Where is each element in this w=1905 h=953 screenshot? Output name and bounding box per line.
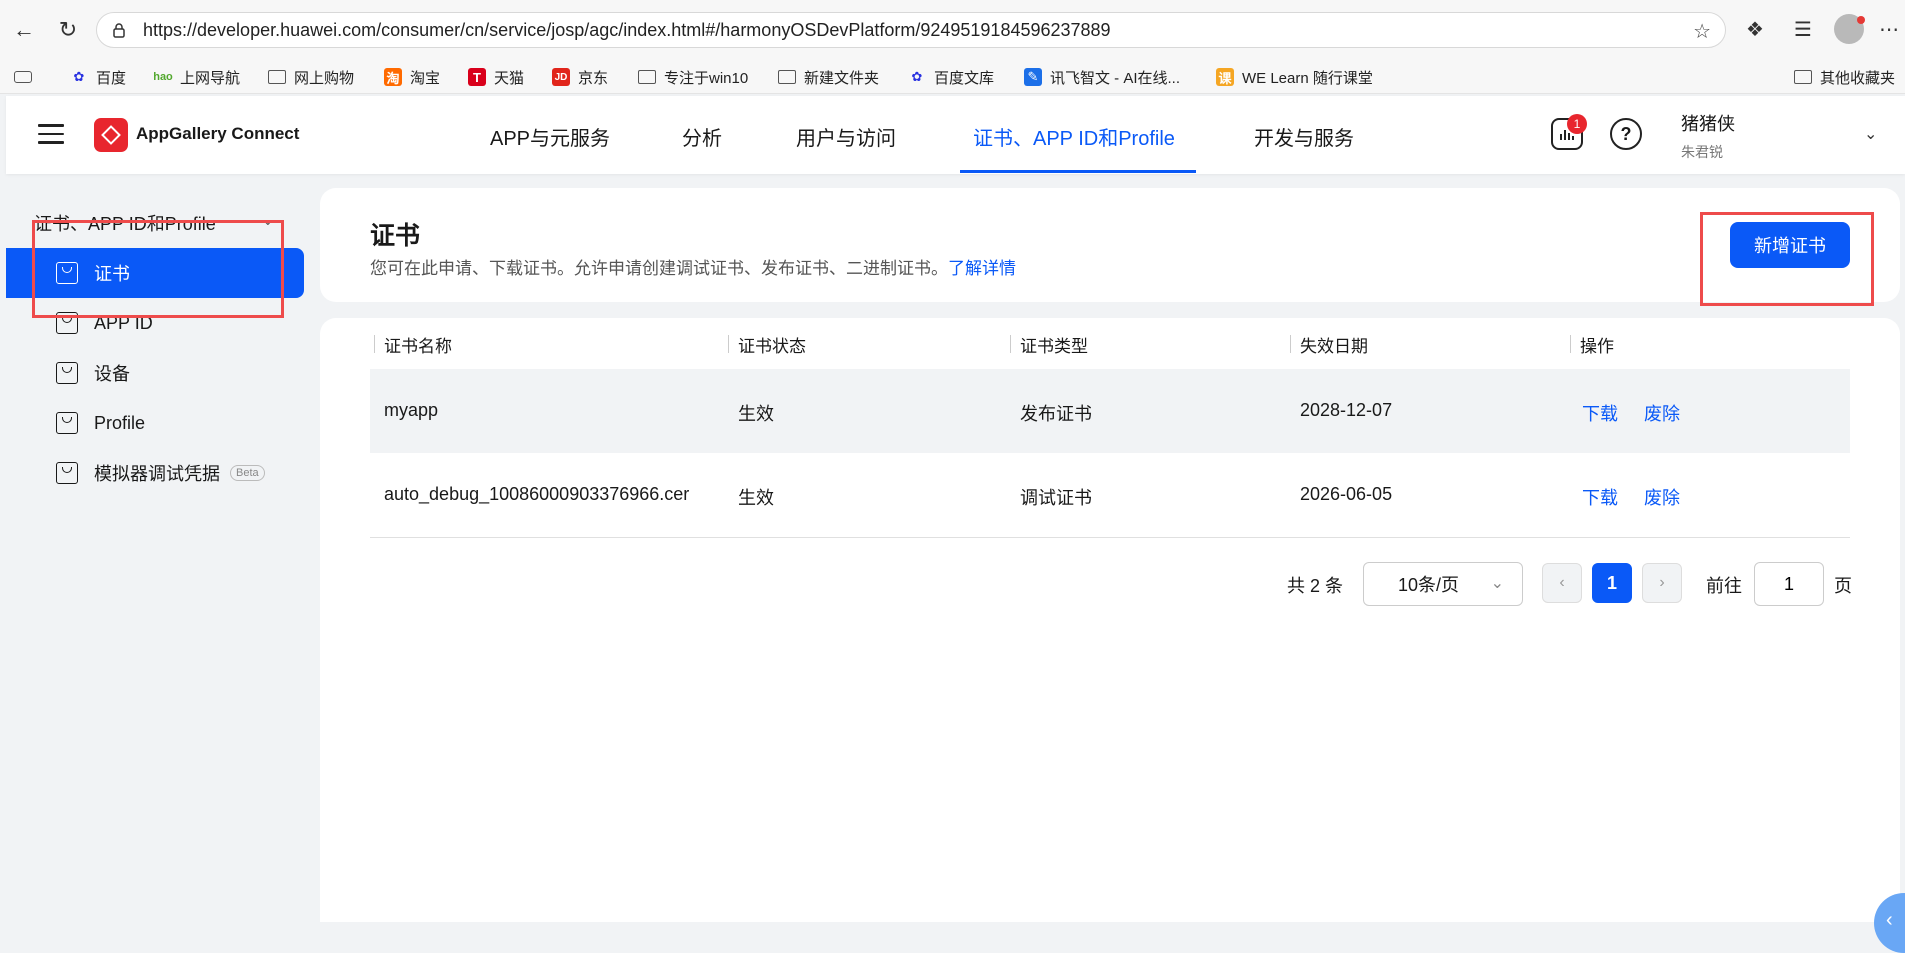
site-info-icon[interactable] bbox=[111, 21, 129, 39]
folder-icon bbox=[778, 70, 796, 84]
folder-icon bbox=[268, 70, 286, 84]
download-link[interactable]: 下载 bbox=[1582, 484, 1618, 510]
bookmarks-bar: ✿ 百度 hao 上网导航 网上购物 淘淘宝 T 天猫 JD 京东 专注于win10 新… bbox=[0, 58, 1905, 94]
active-nav-indicator bbox=[960, 170, 1196, 173]
back-icon[interactable]: ← bbox=[8, 14, 40, 46]
emulator-icon bbox=[56, 462, 78, 484]
page-size-select[interactable]: 10条/页 ⌄ bbox=[1363, 562, 1523, 606]
column-header-type: 证书类型 bbox=[1020, 337, 1088, 356]
app-name: AppGallery Connect bbox=[136, 124, 300, 143]
jd-icon: JD bbox=[552, 68, 570, 86]
cert-expiry: 2028-12-07 bbox=[1300, 400, 1393, 420]
bookmark-shopping[interactable]: 网上购物 bbox=[268, 66, 354, 88]
extensions-icon[interactable]: ❖ bbox=[1740, 14, 1770, 44]
help-icon[interactable]: ? bbox=[1610, 118, 1642, 150]
nav-dev-services[interactable]: 开发与服务 bbox=[1254, 122, 1354, 151]
annotation-box-sidebar bbox=[32, 220, 284, 318]
learn-more-link[interactable]: 了解详情 bbox=[948, 259, 1016, 278]
url-text[interactable]: https://developer.huawei.com/consumer/cn… bbox=[143, 20, 1111, 41]
table-divider bbox=[370, 537, 1850, 538]
bookmark-tmall[interactable]: T 天猫 bbox=[468, 66, 524, 88]
refresh-icon[interactable]: ↻ bbox=[52, 14, 84, 46]
column-header-status: 证书状态 bbox=[738, 337, 806, 356]
prev-page-button[interactable]: ‹ bbox=[1542, 563, 1582, 603]
notification-badge: 1 bbox=[1567, 114, 1587, 134]
pagination-total: 共 2 条 bbox=[1287, 576, 1344, 596]
welearn-icon: 课 bbox=[1216, 68, 1234, 86]
bookmark-jd[interactable]: JD 京东 bbox=[552, 66, 608, 88]
xunfei-icon: ✎ bbox=[1024, 68, 1042, 86]
address-bar[interactable]: https://developer.huawei.com/consumer/cn… bbox=[96, 12, 1726, 48]
nav-users-access[interactable]: 用户与访问 bbox=[796, 122, 896, 151]
chevron-down-icon: ⌄ bbox=[1490, 575, 1504, 592]
baidu-paw-icon: ✿ bbox=[73, 69, 85, 84]
bookmark-welearn[interactable]: 课 WE Learn 随行课堂 bbox=[1216, 66, 1373, 88]
agc-logo-icon bbox=[94, 118, 128, 152]
page-title: 证书 bbox=[370, 222, 421, 250]
more-menu-icon[interactable]: ⋯ bbox=[1874, 14, 1904, 44]
next-page-button[interactable]: › bbox=[1642, 563, 1682, 603]
bookmark-taobao[interactable]: 淘淘宝 bbox=[384, 66, 440, 88]
user-account: 朱君锐 bbox=[1681, 144, 1723, 160]
column-header-expiry: 失效日期 bbox=[1300, 337, 1368, 356]
revoke-link[interactable]: 废除 bbox=[1644, 484, 1680, 510]
bookmark-hao123[interactable]: hao 上网导航 bbox=[153, 66, 240, 88]
header-divider bbox=[728, 335, 729, 353]
bookmark-xunfei[interactable]: ✎ 讯飞智文 - AI在线... bbox=[1024, 66, 1180, 88]
header-divider bbox=[1290, 335, 1291, 353]
goto-label: 前往 bbox=[1706, 576, 1742, 596]
favorites-icon[interactable]: ☰ bbox=[1788, 14, 1818, 44]
bookmark-win10[interactable]: 专注于win10 bbox=[638, 66, 748, 88]
cert-type: 调试证书 bbox=[1020, 488, 1092, 508]
header-divider bbox=[374, 335, 375, 353]
taobao-icon: 淘 bbox=[384, 68, 402, 86]
app-header: AppGallery Connect APP与元服务 分析 用户与访问 证书、A… bbox=[6, 96, 1905, 174]
page-description: 您可在此申请、下载证书。允许申请创建调试证书、发布证书、二进制证书。了解详情 bbox=[370, 259, 1016, 278]
cert-status: 生效 bbox=[738, 488, 774, 508]
other-bookmarks[interactable]: 其他收藏夹 bbox=[1794, 66, 1895, 88]
title-card bbox=[320, 188, 1900, 302]
nav-app-services[interactable]: APP与元服务 bbox=[490, 122, 610, 151]
beta-badge: Beta bbox=[230, 465, 265, 481]
table-row bbox=[370, 369, 1850, 453]
folder-icon bbox=[1794, 70, 1812, 84]
header-divider bbox=[1010, 335, 1011, 353]
download-link[interactable]: 下载 bbox=[1582, 400, 1618, 426]
chevron-down-icon[interactable]: ⌄ bbox=[1864, 124, 1877, 144]
column-header-name: 证书名称 bbox=[384, 337, 452, 356]
tmall-icon: T bbox=[468, 68, 486, 86]
cert-status: 生效 bbox=[738, 404, 774, 424]
chevron-left-icon: ‹ bbox=[1886, 909, 1893, 931]
sidebar-item-profile[interactable]: Profile bbox=[6, 398, 304, 448]
annotation-box-add-button bbox=[1700, 212, 1874, 306]
favorite-star-icon[interactable]: ☆ bbox=[1693, 19, 1711, 44]
revoke-link[interactable]: 废除 bbox=[1644, 400, 1680, 426]
bookmark-baidu[interactable]: ✿ 百度 bbox=[70, 66, 126, 88]
device-icon bbox=[56, 362, 78, 384]
sidebar-item-emulator[interactable]: 模拟器调试凭据 Beta bbox=[6, 448, 304, 498]
reading-list-icon[interactable] bbox=[14, 66, 40, 88]
profile-icon bbox=[56, 412, 78, 434]
cert-type: 发布证书 bbox=[1020, 404, 1092, 424]
bookmark-baidu-wenku[interactable]: ✿ 百度文库 bbox=[908, 66, 994, 88]
nav-certificates[interactable]: 证书、APP ID和Profile bbox=[973, 122, 1175, 151]
sidebar-item-devices[interactable]: 设备 bbox=[6, 348, 304, 398]
page-number-button[interactable]: 1 bbox=[1592, 563, 1632, 603]
header-divider bbox=[1570, 335, 1571, 353]
menu-icon[interactable] bbox=[38, 124, 64, 146]
folder-icon bbox=[638, 70, 656, 84]
goto-page-input[interactable] bbox=[1754, 562, 1824, 606]
nav-analytics[interactable]: 分析 bbox=[682, 122, 722, 151]
cert-expiry: 2026-06-05 bbox=[1300, 484, 1393, 504]
cert-name: auto_debug_10086000903376966.cer bbox=[384, 484, 690, 504]
user-name[interactable]: 猪猪侠 bbox=[1681, 110, 1735, 136]
baidu-paw-icon: ✿ bbox=[911, 69, 923, 84]
column-header-actions: 操作 bbox=[1580, 337, 1614, 356]
cert-name: myapp bbox=[384, 400, 439, 420]
page-unit-label: 页 bbox=[1834, 576, 1852, 596]
profile-status-dot bbox=[1857, 16, 1865, 24]
bookmark-new-folder[interactable]: 新建文件夹 bbox=[778, 66, 879, 88]
hao-icon: hao bbox=[153, 71, 173, 83]
browser-toolbar: ← ↻ https://developer.huawei.com/consume… bbox=[0, 0, 1905, 58]
